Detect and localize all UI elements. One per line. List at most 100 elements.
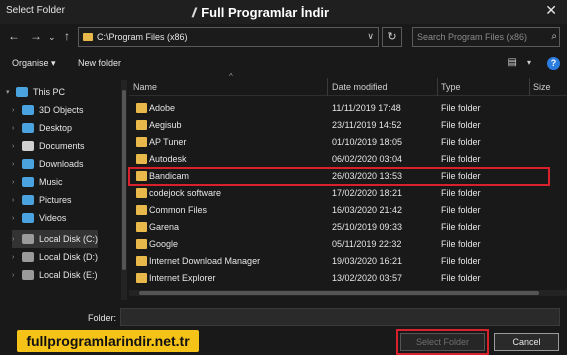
view-options-icon[interactable]: ▤ <box>508 57 517 68</box>
sidebar-item[interactable]: › Desktop <box>12 119 72 137</box>
organise-menu[interactable]: Organise ▾ <box>12 58 56 69</box>
navigation-pane: ▾ This PC › 3D Objects › Desktop › Documents › Do… <box>0 80 123 300</box>
column-divider[interactable] <box>437 78 438 96</box>
column-header-type[interactable]: Type <box>441 82 461 92</box>
file-type: File folder <box>441 120 481 130</box>
file-row[interactable]: Aegisub 23/11/2019 14:52 File folder <box>129 117 549 134</box>
column-divider[interactable] <box>327 78 328 96</box>
folder-icon <box>136 239 147 249</box>
recent-locations-chevron-icon[interactable]: ⌄ <box>48 30 56 44</box>
sidebar-item[interactable]: › Documents <box>12 137 85 155</box>
file-date: 23/11/2019 14:52 <box>332 120 402 130</box>
file-row[interactable]: Autodesk 06/02/2020 03:04 File folder <box>129 151 549 168</box>
file-row[interactable]: Garena 25/10/2019 09:33 File folder <box>129 219 549 236</box>
file-list-scrollbar[interactable] <box>129 290 567 296</box>
folder-icon <box>136 120 147 130</box>
address-bar[interactable]: C:\Program Files (x86) ∨ <box>78 27 379 47</box>
file-date: 06/02/2020 03:04 <box>332 154 403 164</box>
up-arrow-icon[interactable]: ↑ <box>64 29 70 43</box>
column-header-size[interactable]: Size <box>533 82 551 92</box>
expand-chevron-icon[interactable]: › <box>12 197 22 204</box>
file-type: File folder <box>441 103 481 113</box>
select-folder-button[interactable]: Select Folder <box>396 329 489 355</box>
file-name: Aegisub <box>149 120 182 130</box>
videos-icon <box>22 213 34 223</box>
folder-icon <box>136 222 147 232</box>
file-row[interactable]: Internet Explorer 13/02/2020 03:57 File fo… <box>129 270 549 287</box>
sidebar-item[interactable]: › 3D Objects <box>12 101 84 119</box>
expand-chevron-icon[interactable]: › <box>12 254 22 261</box>
folder-label: Folder: <box>88 313 117 323</box>
expand-chevron-icon[interactable]: › <box>12 179 22 186</box>
sidebar-scrollbar[interactable] <box>121 80 127 300</box>
scrollbar-thumb[interactable] <box>139 291 539 295</box>
refresh-button[interactable]: ↻ <box>382 27 402 47</box>
column-divider[interactable] <box>529 78 530 96</box>
file-date: 17/02/2020 18:21 <box>332 188 403 198</box>
folder-field[interactable] <box>120 308 560 326</box>
folder-icon <box>136 137 147 147</box>
address-path: C:\Program Files (x86) <box>97 32 188 42</box>
sidebar-item[interactable]: › Pictures <box>12 191 72 209</box>
sidebar-item[interactable]: › Local Disk (D:) <box>12 248 98 266</box>
expand-chevron-icon[interactable]: › <box>12 161 22 168</box>
sidebar-item[interactable]: › Videos <box>12 209 66 227</box>
expand-chevron-icon[interactable]: › <box>12 125 22 132</box>
column-headers: ^ Name Date modified Type Size <box>129 72 567 96</box>
pictures-icon <box>22 195 34 205</box>
new-folder-button[interactable]: New folder <box>78 58 121 68</box>
column-header-name[interactable]: Name <box>133 82 157 92</box>
file-list: Adobe 11/11/2019 17:48 File folder Aegisub 2… <box>128 100 550 290</box>
file-row[interactable]: AP Tuner 01/10/2019 18:05 File folder <box>129 134 549 151</box>
sidebar-item[interactable]: ▾ This PC <box>6 83 65 101</box>
sidebar-item-label: Documents <box>39 141 85 151</box>
title-bar: Select Folder // Full Programlar İndir ✕ <box>0 0 567 24</box>
column-header-date[interactable]: Date modified <box>332 82 388 92</box>
watermark: // Full Programlar İndir <box>192 5 329 20</box>
back-arrow-icon[interactable]: ← <box>8 29 20 43</box>
file-row[interactable]: Internet Download Manager 19/03/2020 16:2… <box>129 253 549 270</box>
file-type: File folder <box>441 188 481 198</box>
forward-arrow-icon[interactable]: → <box>30 29 42 43</box>
sidebar-item[interactable]: › Downloads <box>12 155 84 173</box>
file-name: Adobe <box>149 103 176 113</box>
music-icon <box>22 177 34 187</box>
file-row[interactable]: Common Files 16/03/2020 21:42 File folder <box>129 202 549 219</box>
scrollbar-thumb[interactable] <box>122 90 126 270</box>
file-type: File folder <box>441 256 481 266</box>
expand-chevron-icon[interactable]: › <box>12 215 22 222</box>
sidebar-item-label: Local Disk (E:) <box>39 270 98 280</box>
file-date: 13/02/2020 03:57 <box>332 273 403 283</box>
file-date: 19/03/2020 16:21 <box>332 256 403 266</box>
cancel-button[interactable]: Cancel <box>494 333 559 351</box>
3d-objects-icon <box>22 105 34 115</box>
expand-chevron-icon[interactable]: › <box>12 107 22 114</box>
folder-icon <box>136 154 147 164</box>
help-icon[interactable]: ? <box>547 57 560 70</box>
file-date: 01/10/2019 18:05 <box>332 137 403 147</box>
address-dropdown-icon[interactable]: ∨ <box>367 31 374 42</box>
search-input[interactable] <box>412 27 560 47</box>
sidebar-item[interactable]: › Local Disk (E:) <box>12 266 98 284</box>
expand-chevron-icon[interactable]: › <box>12 143 22 150</box>
file-name: Google <box>149 239 179 249</box>
folder-icon <box>136 273 147 283</box>
sidebar-item[interactable]: › Local Disk (C:) <box>12 230 99 248</box>
file-date: 26/03/2020 13:53 <box>332 171 403 181</box>
sidebar-item[interactable]: › Music <box>12 173 63 191</box>
folder-icon <box>83 33 93 41</box>
expand-chevron-icon[interactable]: ▾ <box>6 88 16 96</box>
file-row[interactable]: codejock software 17/02/2020 18:21 File fo… <box>129 185 549 202</box>
file-type: File folder <box>441 171 481 181</box>
expand-chevron-icon[interactable]: › <box>12 236 22 243</box>
file-row[interactable]: Google 05/11/2019 22:32 File folder <box>129 236 549 253</box>
folder-icon <box>136 256 147 266</box>
expand-chevron-icon[interactable]: › <box>12 272 22 279</box>
view-dropdown-icon[interactable]: ▾ <box>527 58 531 67</box>
file-row[interactable]: Bandicam 26/03/2020 13:53 File folder <box>128 167 550 186</box>
file-name: Garena <box>149 222 180 232</box>
close-icon[interactable]: ✕ <box>545 3 557 17</box>
sidebar-item-label: Desktop <box>39 123 73 133</box>
file-row[interactable]: Adobe 11/11/2019 17:48 File folder <box>129 100 549 117</box>
search-icon[interactable]: ⌕ <box>551 31 557 42</box>
